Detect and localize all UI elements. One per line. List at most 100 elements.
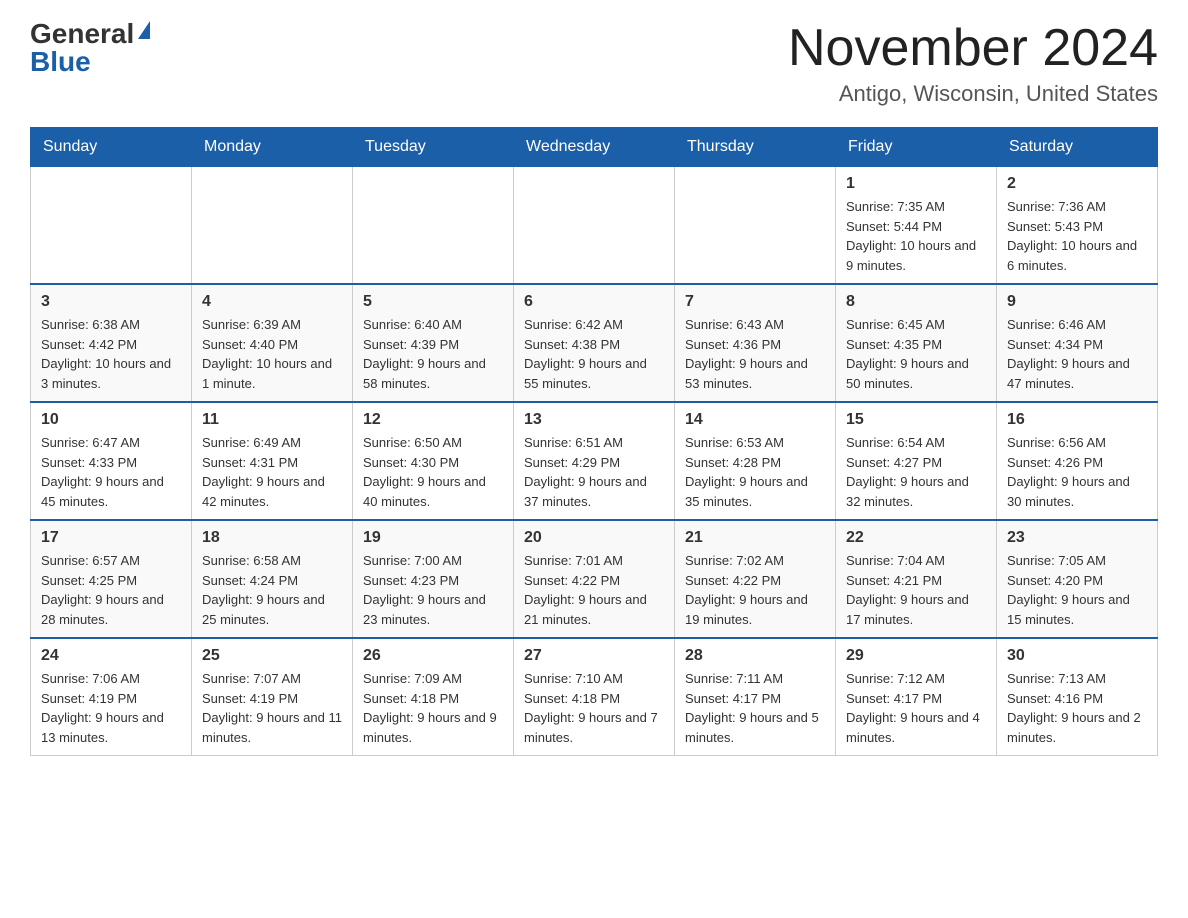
day-number: 6: [524, 293, 664, 311]
day-number: 5: [363, 293, 503, 311]
day-number: 10: [41, 411, 181, 429]
calendar-cell: 26 Sunrise: 7:09 AM Sunset: 4:18 PM Dayli…: [353, 638, 514, 756]
calendar-cell: [353, 167, 514, 285]
day-number: 9: [1007, 293, 1147, 311]
day-number: 8: [846, 293, 986, 311]
calendar-week-row: 10 Sunrise: 6:47 AM Sunset: 4:33 PM Dayli…: [31, 402, 1158, 520]
day-number: 1: [846, 175, 986, 193]
logo-blue-text: Blue: [30, 48, 91, 76]
calendar-cell: 16 Sunrise: 6:56 AM Sunset: 4:26 PM Dayli…: [997, 402, 1158, 520]
calendar-cell: 27 Sunrise: 7:10 AM Sunset: 4:18 PM Dayli…: [514, 638, 675, 756]
calendar-cell: 10 Sunrise: 6:47 AM Sunset: 4:33 PM Dayli…: [31, 402, 192, 520]
calendar-cell: 1 Sunrise: 7:35 AM Sunset: 5:44 PM Daylig…: [836, 167, 997, 285]
calendar-cell: 2 Sunrise: 7:36 AM Sunset: 5:43 PM Daylig…: [997, 167, 1158, 285]
day-info: Sunrise: 6:57 AM Sunset: 4:25 PM Dayligh…: [41, 551, 181, 629]
day-info: Sunrise: 6:45 AM Sunset: 4:35 PM Dayligh…: [846, 315, 986, 393]
calendar-cell: 17 Sunrise: 6:57 AM Sunset: 4:25 PM Dayli…: [31, 520, 192, 638]
day-number: 26: [363, 647, 503, 665]
weekday-header-sunday: Sunday: [31, 128, 192, 167]
calendar-cell: 18Sunrise: 6:58 AM Sunset: 4:24 PM Dayli…: [192, 520, 353, 638]
day-info: Sunrise: 7:04 AM Sunset: 4:21 PM Dayligh…: [846, 551, 986, 629]
day-info: Sunrise: 7:12 AM Sunset: 4:17 PM Dayligh…: [846, 669, 986, 747]
day-info: Sunrise: 7:13 AM Sunset: 4:16 PM Dayligh…: [1007, 669, 1147, 747]
day-info: Sunrise: 6:54 AM Sunset: 4:27 PM Dayligh…: [846, 433, 986, 511]
calendar-cell: 14Sunrise: 6:53 AM Sunset: 4:28 PM Dayli…: [675, 402, 836, 520]
day-number: 20: [524, 529, 664, 547]
calendar-cell: [675, 167, 836, 285]
calendar-cell: 24Sunrise: 7:06 AM Sunset: 4:19 PM Dayli…: [31, 638, 192, 756]
logo-triangle-icon: [138, 21, 150, 39]
day-number: 25: [202, 647, 342, 665]
day-info: Sunrise: 7:05 AM Sunset: 4:20 PM Dayligh…: [1007, 551, 1147, 629]
calendar-cell: 19Sunrise: 7:00 AM Sunset: 4:23 PM Dayli…: [353, 520, 514, 638]
day-number: 29: [846, 647, 986, 665]
weekday-header-saturday: Saturday: [997, 128, 1158, 167]
day-number: 3: [41, 293, 181, 311]
day-info: Sunrise: 7:07 AM Sunset: 4:19 PM Dayligh…: [202, 669, 342, 747]
calendar-cell: 8 Sunrise: 6:45 AM Sunset: 4:35 PM Daylig…: [836, 284, 997, 402]
calendar-cell: 11 Sunrise: 6:49 AM Sunset: 4:31 PM Dayli…: [192, 402, 353, 520]
calendar-cell: 29 Sunrise: 7:12 AM Sunset: 4:17 PM Dayli…: [836, 638, 997, 756]
calendar-cell: 15 Sunrise: 6:54 AM Sunset: 4:27 PM Dayli…: [836, 402, 997, 520]
weekday-header-tuesday: Tuesday: [353, 128, 514, 167]
calendar-cell: 20 Sunrise: 7:01 AM Sunset: 4:22 PM Dayli…: [514, 520, 675, 638]
day-number: 4: [202, 293, 342, 311]
day-number: 22: [846, 529, 986, 547]
day-number: 23: [1007, 529, 1147, 547]
calendar-header-row: SundayMondayTuesdayWednesdayThursdayFrid…: [31, 128, 1158, 167]
day-info: Sunrise: 7:00 AM Sunset: 4:23 PM Dayligh…: [363, 551, 503, 629]
calendar-cell: 7 Sunrise: 6:43 AM Sunset: 4:36 PM Daylig…: [675, 284, 836, 402]
day-number: 24: [41, 647, 181, 665]
weekday-header-wednesday: Wednesday: [514, 128, 675, 167]
month-title: November 2024: [788, 20, 1158, 77]
day-number: 12: [363, 411, 503, 429]
calendar-cell: 28Sunrise: 7:11 AM Sunset: 4:17 PM Dayli…: [675, 638, 836, 756]
day-info: Sunrise: 6:38 AM Sunset: 4:42 PM Dayligh…: [41, 315, 181, 393]
day-info: Sunrise: 7:35 AM Sunset: 5:44 PM Dayligh…: [846, 197, 986, 275]
day-number: 17: [41, 529, 181, 547]
calendar-cell: 25 Sunrise: 7:07 AM Sunset: 4:19 PM Dayli…: [192, 638, 353, 756]
calendar-cell: 12 Sunrise: 6:50 AM Sunset: 4:30 PM Dayli…: [353, 402, 514, 520]
calendar-cell: 6Sunrise: 6:42 AM Sunset: 4:38 PM Daylig…: [514, 284, 675, 402]
title-section: November 2024 Antigo, Wisconsin, United …: [788, 20, 1158, 107]
day-info: Sunrise: 7:10 AM Sunset: 4:18 PM Dayligh…: [524, 669, 664, 747]
day-number: 18: [202, 529, 342, 547]
day-info: Sunrise: 6:47 AM Sunset: 4:33 PM Dayligh…: [41, 433, 181, 511]
day-number: 16: [1007, 411, 1147, 429]
day-info: Sunrise: 6:49 AM Sunset: 4:31 PM Dayligh…: [202, 433, 342, 511]
day-info: Sunrise: 6:39 AM Sunset: 4:40 PM Dayligh…: [202, 315, 342, 393]
day-info: Sunrise: 7:01 AM Sunset: 4:22 PM Dayligh…: [524, 551, 664, 629]
day-number: 21: [685, 529, 825, 547]
day-info: Sunrise: 6:56 AM Sunset: 4:26 PM Dayligh…: [1007, 433, 1147, 511]
day-info: Sunrise: 7:09 AM Sunset: 4:18 PM Dayligh…: [363, 669, 503, 747]
calendar-cell: 3 Sunrise: 6:38 AM Sunset: 4:42 PM Daylig…: [31, 284, 192, 402]
day-info: Sunrise: 6:50 AM Sunset: 4:30 PM Dayligh…: [363, 433, 503, 511]
calendar-week-row: 17 Sunrise: 6:57 AM Sunset: 4:25 PM Dayli…: [31, 520, 1158, 638]
day-info: Sunrise: 6:46 AM Sunset: 4:34 PM Dayligh…: [1007, 315, 1147, 393]
calendar-cell: [514, 167, 675, 285]
day-info: Sunrise: 6:53 AM Sunset: 4:28 PM Dayligh…: [685, 433, 825, 511]
calendar-table: SundayMondayTuesdayWednesdayThursdayFrid…: [30, 127, 1158, 756]
calendar-week-row: 24Sunrise: 7:06 AM Sunset: 4:19 PM Dayli…: [31, 638, 1158, 756]
calendar-cell: 9 Sunrise: 6:46 AM Sunset: 4:34 PM Daylig…: [997, 284, 1158, 402]
calendar-cell: 30Sunrise: 7:13 AM Sunset: 4:16 PM Dayli…: [997, 638, 1158, 756]
calendar-cell: 22 Sunrise: 7:04 AM Sunset: 4:21 PM Dayli…: [836, 520, 997, 638]
day-number: 7: [685, 293, 825, 311]
calendar-cell: [31, 167, 192, 285]
day-info: Sunrise: 7:36 AM Sunset: 5:43 PM Dayligh…: [1007, 197, 1147, 275]
weekday-header-friday: Friday: [836, 128, 997, 167]
day-number: 2: [1007, 175, 1147, 193]
location-text: Antigo, Wisconsin, United States: [788, 81, 1158, 107]
calendar-cell: 13Sunrise: 6:51 AM Sunset: 4:29 PM Dayli…: [514, 402, 675, 520]
weekday-header-monday: Monday: [192, 128, 353, 167]
day-number: 11: [202, 411, 342, 429]
day-number: 27: [524, 647, 664, 665]
day-info: Sunrise: 6:40 AM Sunset: 4:39 PM Dayligh…: [363, 315, 503, 393]
day-info: Sunrise: 6:43 AM Sunset: 4:36 PM Dayligh…: [685, 315, 825, 393]
day-number: 15: [846, 411, 986, 429]
calendar-cell: [192, 167, 353, 285]
calendar-week-row: 3 Sunrise: 6:38 AM Sunset: 4:42 PM Daylig…: [31, 284, 1158, 402]
day-info: Sunrise: 7:02 AM Sunset: 4:22 PM Dayligh…: [685, 551, 825, 629]
weekday-header-thursday: Thursday: [675, 128, 836, 167]
calendar-cell: 23 Sunrise: 7:05 AM Sunset: 4:20 PM Dayli…: [997, 520, 1158, 638]
